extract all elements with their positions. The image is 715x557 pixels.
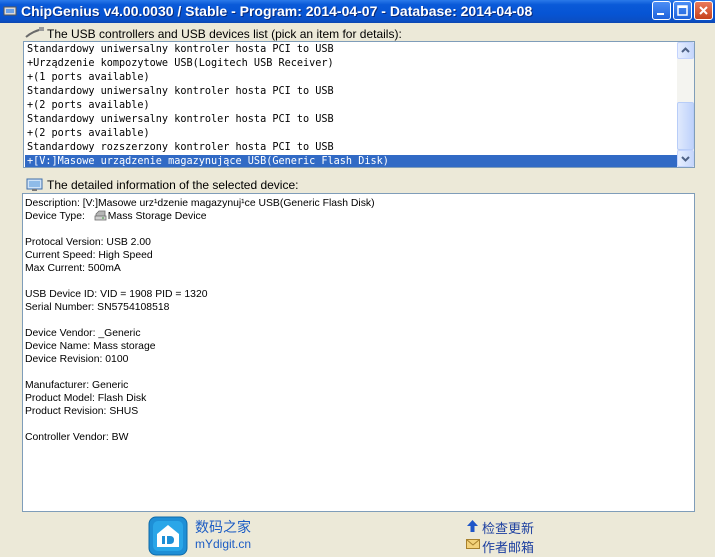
list-item[interactable]: Standardowy uniwersalny kontroler hosta … [25,85,678,99]
list-item[interactable]: +Urządzenie kompozytowe USB(Logitech USB… [25,57,678,71]
window-title: ChipGenius v4.00.0030 / Stable - Program… [21,3,533,19]
details-textarea[interactable]: Description: [V:]Masowe urz¹dzenie magaz… [22,193,695,512]
devices-list: Standardowy uniwersalny kontroler hosta … [25,43,678,167]
mydigit-logo[interactable] [148,516,188,556]
check-update-link[interactable]: 检查更新 [466,518,556,536]
product-revision-line: Product Revision: SHUS [25,406,139,417]
monitor-icon [26,178,43,191]
author-email-link[interactable]: 作者邮箱 [466,537,556,555]
details-label: The detailed information of the selected… [47,178,299,192]
max-current-line: Max Current: 500mA [25,263,121,274]
current-speed-line: Current Speed: High Speed [25,250,153,261]
devices-listbox[interactable]: Standardowy uniwersalny kontroler hosta … [23,41,695,168]
app-icon [3,6,17,16]
list-item[interactable]: Standardowy rozszerzony kontroler hosta … [25,141,678,155]
check-update-label: 检查更新 [482,521,535,536]
usb-cable-icon [25,27,44,38]
scroll-down-button[interactable] [677,150,694,167]
product-model-line: Product Model: Flash Disk [25,393,147,404]
device-type-line: Device Type: Mass Storage Device [25,210,375,223]
envelope-icon [466,539,480,549]
list-scrollbar[interactable] [677,42,694,167]
manufacturer-line: Manufacturer: Generic [25,380,129,391]
minimize-icon [657,13,664,15]
device-revision-line: Device Revision: 0100 [25,354,129,365]
scroll-up-button[interactable] [677,42,694,59]
close-button[interactable] [694,1,713,20]
device-vendor-line: Device Vendor: _Generic [25,328,141,339]
list-item[interactable]: Standardowy uniwersalny kontroler hosta … [25,43,678,57]
details-label-row: The detailed information of the selected… [25,178,625,193]
author-email-label: 作者邮箱 [482,540,535,555]
details-content: Description: [V:]Masowe urz¹dzenie magaz… [25,197,375,444]
title-bar[interactable]: ChipGenius v4.00.0030 / Stable - Program… [0,0,715,23]
list-item-selected[interactable]: +[V:]Masowe urządzenie magazynujące USB(… [25,155,678,167]
list-item[interactable]: +(2 ports available) [25,127,678,141]
scroll-thumb[interactable] [677,102,694,150]
chevron-up-icon [681,47,690,53]
serial-number-line: Serial Number: SN5754108518 [25,302,170,313]
maximize-icon [677,5,688,16]
brand-name: 数码之家 [195,519,251,535]
device-type-value: Mass Storage Device [107,211,207,222]
usb-device-id-line: USB Device ID: VID = 1908 PID = 1320 [25,289,208,300]
up-arrow-icon [467,520,478,532]
chevron-down-icon [681,156,690,162]
minimize-button[interactable] [652,1,671,20]
list-item[interactable]: Standardowy uniwersalny kontroler hosta … [25,113,678,127]
devices-list-label-row: The USB controllers and USB devices list… [25,27,625,42]
list-item[interactable]: +(1 ports available) [25,71,678,85]
controller-vendor-line: Controller Vendor: BW [25,432,129,443]
brand-url: mYdigit.cn [195,537,252,551]
device-name-line: Device Name: Mass storage [25,341,156,352]
maximize-button[interactable] [673,1,692,20]
device-type-label: Device Type: [25,211,85,222]
disk-drive-icon [94,210,107,221]
close-icon [699,6,708,15]
description-line: Description: [V:]Masowe urz¹dzenie magaz… [25,198,375,209]
list-item[interactable]: +(2 ports available) [25,99,678,113]
devices-list-label: The USB controllers and USB devices list… [47,27,402,41]
protocol-version-line: Protocal Version: USB 2.00 [25,237,151,248]
